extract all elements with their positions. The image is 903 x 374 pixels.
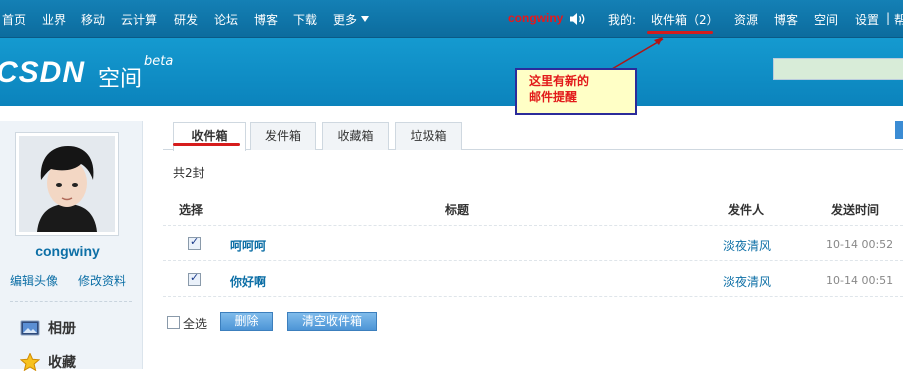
nav-separator: |	[886, 11, 891, 25]
nav-space[interactable]: 空间	[814, 11, 838, 28]
nav-download[interactable]: 下载	[293, 11, 317, 28]
nav-dev[interactable]: 研发	[174, 11, 198, 28]
sidebar-item-favorites[interactable]: 收藏	[20, 350, 76, 374]
inbox-link[interactable]: 收件箱（2）	[651, 11, 719, 28]
callout-line-1: 这里有新的	[529, 74, 590, 88]
sidebar-username[interactable]: congwiny	[0, 243, 135, 259]
logo-space-text: 空间	[98, 67, 143, 92]
nav-more-label: 更多	[333, 13, 358, 27]
star-icon	[20, 353, 40, 371]
nav-help[interactable]: 帮	[894, 11, 903, 28]
row-divider	[163, 260, 903, 261]
active-tab-underline	[173, 143, 240, 146]
mail-title-link[interactable]: 你好啊	[230, 273, 266, 290]
new-mail-callout: 这里有新的 邮件提醒	[515, 68, 637, 115]
nav-resources[interactable]: 资源	[734, 11, 758, 28]
select-all-label[interactable]: 全选	[183, 315, 207, 332]
row-divider	[163, 225, 903, 226]
search-input[interactable]	[773, 58, 903, 80]
avatar-portrait-icon	[19, 136, 115, 232]
callout-line-2: 邮件提醒	[529, 90, 578, 104]
mail-count: 共2封	[173, 166, 205, 180]
row-divider	[163, 296, 903, 297]
mine-label: 我的:	[608, 13, 637, 27]
nav-industry[interactable]: 业界	[42, 11, 66, 28]
beta-label: beta	[144, 54, 174, 69]
nav-cloud[interactable]: 云计算	[121, 11, 157, 28]
inbox-highlight-underline	[647, 31, 713, 34]
mail-sender-link[interactable]: 淡夜清风	[723, 273, 771, 290]
tab-trash[interactable]: 垃圾箱	[395, 122, 462, 150]
sidebar-item-album-label: 相册	[48, 321, 76, 337]
header-time: 发送时间	[831, 203, 880, 217]
avatar-image	[19, 136, 115, 232]
site-banner: CSDN 空间 beta	[0, 38, 903, 106]
header-title: 标题	[445, 203, 470, 217]
mail-time: 10-14 00:52	[826, 238, 894, 251]
tab-inbox[interactable]: 收件箱	[173, 122, 246, 151]
avatar[interactable]	[15, 132, 119, 236]
header-select: 选择	[179, 203, 204, 217]
row-checkbox[interactable]	[188, 235, 201, 250]
mail-title-link[interactable]: 呵呵呵	[230, 237, 266, 254]
nav-more[interactable]: 更多	[333, 11, 370, 28]
nav-home[interactable]: 首页	[2, 11, 26, 28]
nav-settings[interactable]: 设置	[855, 11, 879, 28]
mail-time: 10-14 00:51	[826, 274, 894, 287]
sidebar-item-album[interactable]: 相册	[20, 316, 76, 340]
sidebar-item-favorites-label: 收藏	[48, 355, 76, 371]
edit-profile-link[interactable]: 修改资料	[78, 272, 126, 289]
username-link[interactable]: congwiny	[508, 11, 563, 25]
nav-mobile[interactable]: 移动	[81, 11, 105, 28]
mailbox-tabs: 收件箱 发件箱 收藏箱 垃圾箱	[163, 122, 903, 151]
nav-forum[interactable]: 论坛	[214, 11, 238, 28]
nav-blog[interactable]: 博客	[254, 11, 278, 28]
header-sender: 发件人	[728, 203, 765, 217]
top-navigation-bar: 首页 业界 移动 云计算 研发 论坛 博客 下载 更多 congwiny 我的:…	[0, 0, 903, 38]
corner-button[interactable]	[895, 121, 903, 139]
nav-blog-right[interactable]: 博客	[774, 11, 798, 28]
photo-album-icon	[20, 320, 40, 336]
profile-sidebar: congwiny 编辑头像 修改资料 相册 收藏	[0, 121, 143, 371]
select-all-checkbox[interactable]	[167, 316, 180, 329]
clear-inbox-button[interactable]: 清空收件箱	[287, 312, 377, 331]
delete-button[interactable]: 删除	[220, 312, 273, 331]
tab-favorites[interactable]: 收藏箱	[322, 122, 389, 150]
csdn-logo[interactable]: CSDN	[0, 56, 85, 90]
chevron-down-icon	[361, 16, 370, 22]
speaker-icon[interactable]	[569, 12, 587, 26]
sidebar-divider	[10, 301, 132, 302]
tab-outbox[interactable]: 发件箱	[250, 122, 316, 150]
edit-avatar-link[interactable]: 编辑头像	[10, 272, 58, 289]
row-checkbox[interactable]	[188, 271, 201, 286]
mail-sender-link[interactable]: 淡夜清风	[723, 237, 771, 254]
